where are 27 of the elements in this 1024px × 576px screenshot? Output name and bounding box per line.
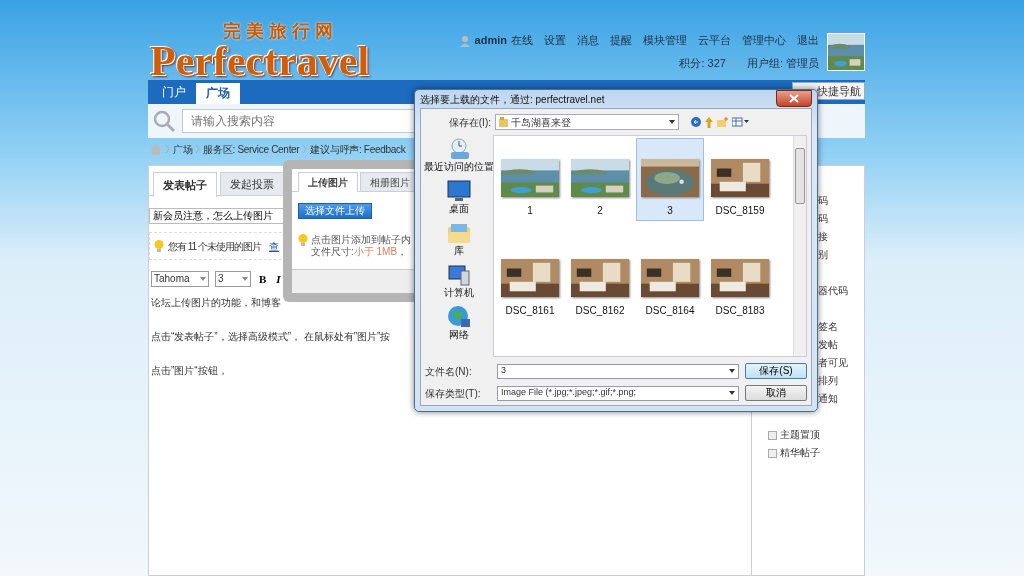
logo: Perfectravel [150, 40, 370, 82]
option-label: 码 [818, 194, 828, 208]
option-label: 别 [818, 248, 828, 262]
location-label: 保存在(I): [447, 115, 491, 130]
option-label: 主题置顶 [780, 428, 820, 442]
option-label: 器代码 [818, 284, 848, 298]
option-label: 签名 [818, 320, 838, 334]
editor-paragraph: 点击”图片“按钮， [151, 364, 228, 378]
dialog-title: 选择要上载的文件，通过: perfectravel.net [420, 92, 605, 107]
field-label: 文件名(N): [425, 364, 473, 379]
hint-text: 点击图片添加到帖子内 [311, 234, 411, 246]
option-label: 通知 [818, 392, 838, 406]
notice-text: 您有 11 个未使用的图片 [168, 239, 261, 254]
option-label: 发帖 [818, 338, 838, 352]
size-limit-text: 小于 1MB [353, 246, 398, 258]
option-label: 接 [818, 230, 828, 244]
option-label: 码 [818, 212, 828, 226]
option-label: 排列 [818, 374, 838, 388]
size-note-text: ， [397, 246, 408, 258]
logo-subtitle: 完美旅行网 [223, 22, 339, 40]
user-group-text: 用户组: 管理员 [746, 56, 819, 71]
field-label: 保存类型(T): [425, 386, 482, 401]
size-label: 文件尺寸: [311, 246, 354, 258]
editor-paragraph: 论坛上传图片的功能，和博客 [151, 296, 281, 310]
option-label: 精华帖子 [780, 446, 820, 460]
option-label: 者可见 [818, 356, 848, 370]
editor-paragraph: 点击“发表帖子”，选择高级模式”， 在鼠标处有”图片”按 [151, 330, 391, 344]
